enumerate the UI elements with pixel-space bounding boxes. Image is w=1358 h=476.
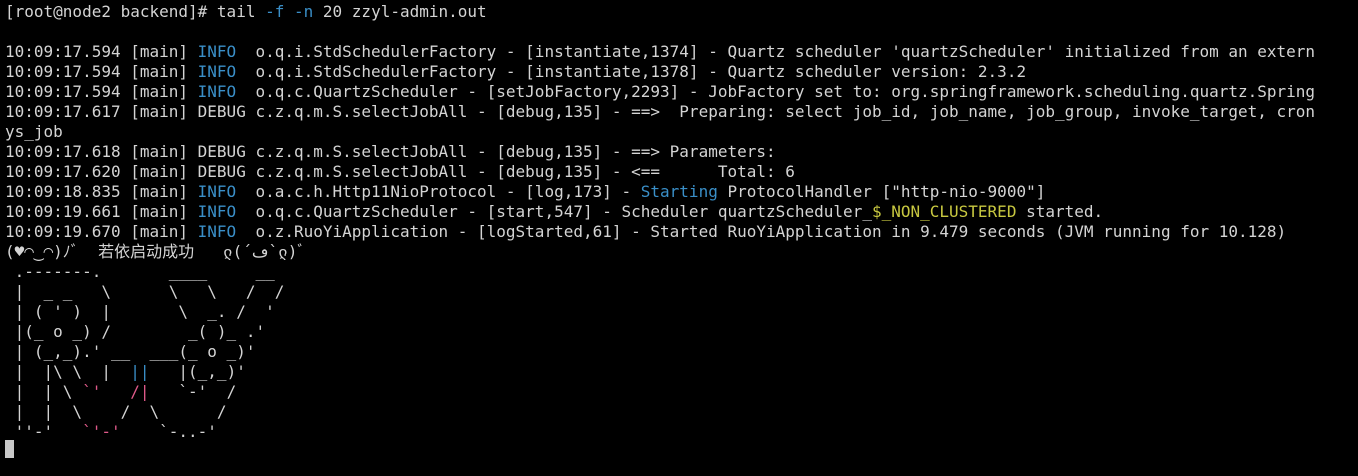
terminal-text: (♥◠‿◠)ﾉﾞ 若依启动成功 ლ(´ڡ`ლ)ﾞ: [5, 242, 306, 261]
terminal-text: $_NON_CLUSTERED: [871, 202, 1017, 221]
terminal-text: started.: [1016, 202, 1104, 221]
terminal-text: `': [82, 382, 102, 401]
terminal-text: .-------. ____ __: [5, 262, 275, 281]
terminal-text: ys_job: [5, 122, 63, 141]
terminal-line: ys_job: [5, 122, 63, 142]
terminal-text: o.q.i.StdSchedulerFactory - [instantiate…: [236, 62, 1027, 81]
terminal-text: 10:09:17.594 [main]: [5, 82, 198, 101]
terminal-text: o.q.c.QuartzScheduler - [start,547] - Sc…: [236, 202, 872, 221]
terminal-window[interactable]: [root@node2 backend]# tail -f -n 20 zzyl…: [0, 0, 1358, 476]
terminal-text: `-..-': [120, 422, 217, 441]
terminal-text: /|: [130, 382, 150, 401]
terminal-line: 10:09:17.617 [main] DEBUG c.z.q.m.S.sele…: [5, 102, 1315, 122]
terminal-text: o.z.RuoYiApplication - [logStarted,61] -…: [236, 222, 1287, 241]
terminal-text: o.q.c.QuartzScheduler - [setJobFactory,2…: [236, 82, 1316, 101]
terminal-text: | | \ / \ /: [5, 402, 227, 421]
terminal-line: 10:09:17.594 [main] INFO o.q.i.StdSchedu…: [5, 42, 1315, 62]
terminal-text: INFO: [197, 62, 237, 81]
terminal-text: INFO: [197, 82, 237, 101]
terminal-text: |(_,_)': [149, 362, 246, 381]
terminal-text: 20 zzyl-admin.out: [313, 2, 487, 21]
terminal-text: 10:09:17.620 [main] DEBUG c.z.q.m.S.sele…: [5, 162, 795, 181]
terminal-line: |(_ o _) / _( )_ .': [5, 322, 265, 342]
terminal-text: o.a.c.h.Http11NioProtocol - [log,173] -: [236, 182, 641, 201]
terminal-line: 10:09:17.620 [main] DEBUG c.z.q.m.S.sele…: [5, 162, 795, 182]
terminal-line: | | \ `' /| `-' /: [5, 382, 237, 402]
terminal-text: 10:09:19.661 [main]: [5, 202, 198, 221]
terminal-line: 10:09:19.670 [main] INFO o.z.RuoYiApplic…: [5, 222, 1286, 242]
terminal-line: 10:09:19.661 [main] INFO o.q.c.QuartzSch…: [5, 202, 1103, 222]
terminal-line: 10:09:17.618 [main] DEBUG c.z.q.m.S.sele…: [5, 142, 785, 162]
terminal-text: 10:09:18.835 [main]: [5, 182, 198, 201]
terminal-text: |(_ o _) / _( )_ .': [5, 322, 266, 341]
terminal-cursor: [5, 440, 14, 458]
terminal-text: 10:09:17.594 [main]: [5, 62, 198, 81]
terminal-line: 10:09:17.594 [main] INFO o.q.c.QuartzSch…: [5, 82, 1315, 102]
terminal-line: ''-' `'-' `-..-': [5, 422, 217, 442]
terminal-text: 10:09:17.617 [main] DEBUG c.z.q.m.S.sele…: [5, 102, 1316, 121]
terminal-text: ||: [130, 362, 150, 381]
terminal-line: | |\ \ | || |(_,_)': [5, 362, 246, 382]
terminal-line: .-------. ____ __: [5, 262, 275, 282]
terminal-line: | _ _ \ \ \ / /: [5, 282, 285, 302]
terminal-line: [root@node2 backend]# tail -f -n 20 zzyl…: [5, 2, 487, 22]
terminal-line: | ( ' ) | \ _. / ': [5, 302, 275, 322]
terminal-text: | | \: [5, 382, 83, 401]
terminal-text: INFO: [197, 42, 237, 61]
terminal-text: -f -n: [265, 2, 314, 21]
terminal-line: 10:09:18.835 [main] INFO o.a.c.h.Http11N…: [5, 182, 1045, 202]
terminal-line: | (_,_).' __ ___(_ o _)': [5, 342, 256, 362]
terminal-text: 10:09:17.594 [main]: [5, 42, 198, 61]
terminal-text: | (_,_).' __ ___(_ o _)': [5, 342, 256, 361]
terminal-text: INFO: [197, 182, 237, 201]
terminal-line: | | \ / \ /: [5, 402, 227, 422]
terminal-text: 10:09:19.670 [main]: [5, 222, 198, 241]
terminal-text: `-' /: [149, 382, 237, 401]
terminal-text: | ( ' ) | \ _. / ': [5, 302, 275, 321]
terminal-text: | _ _ \ \ \ / /: [5, 282, 285, 301]
terminal-text: INFO: [197, 202, 237, 221]
terminal-text: Starting: [640, 182, 718, 201]
terminal-text: ''-': [5, 422, 83, 441]
terminal-text: INFO: [197, 222, 237, 241]
terminal-text: `'-': [82, 422, 121, 441]
terminal-text: | |\ \ |: [5, 362, 131, 381]
terminal-line: 10:09:17.594 [main] INFO o.q.i.StdSchedu…: [5, 62, 1026, 82]
terminal-line: (♥◠‿◠)ﾉﾞ 若依启动成功 ლ(´ڡ`ლ)ﾞ: [5, 242, 305, 262]
terminal-text: [root@node2 backend]# tail: [5, 2, 266, 21]
terminal-text: 10:09:17.618 [main] DEBUG c.z.q.m.S.sele…: [5, 142, 786, 161]
terminal-text: ProtocolHandler ["http-nio-9000"]: [717, 182, 1046, 201]
terminal-text: o.q.i.StdSchedulerFactory - [instantiate…: [236, 42, 1316, 61]
